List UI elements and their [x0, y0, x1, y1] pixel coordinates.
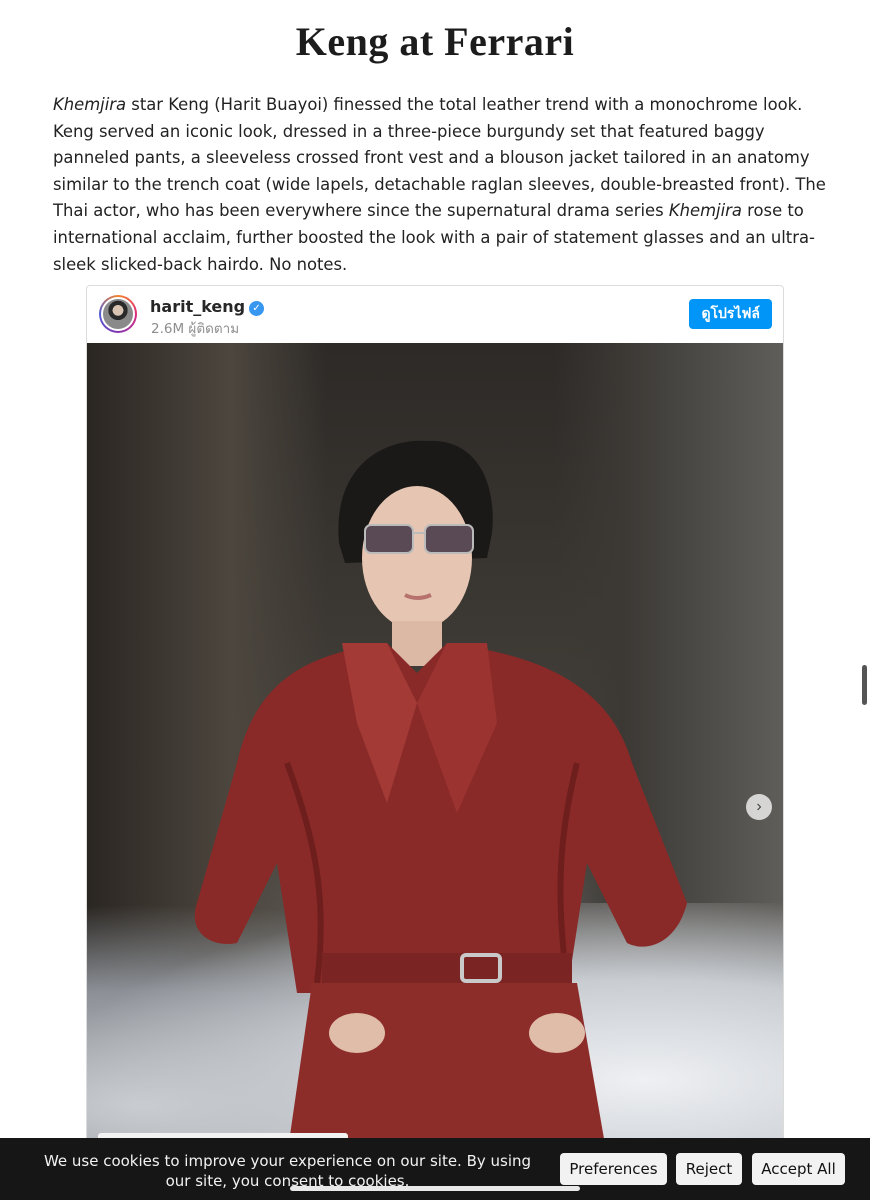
verified-badge-icon: ✓ [249, 301, 265, 316]
username-row[interactable]: harit_keng ✓ [150, 297, 265, 316]
scrollbar-thumb[interactable] [862, 665, 867, 705]
reject-button[interactable]: Reject [676, 1153, 742, 1185]
username[interactable]: harit_keng [150, 297, 245, 316]
preferences-button[interactable]: Preferences [560, 1153, 667, 1185]
view-profile-button[interactable]: ดูโปรไฟล์ [689, 299, 772, 329]
instagram-embed: harit_keng ✓ 2.6M ผู้ติดตาม ดูโปรไฟล์ › [86, 285, 784, 1155]
article-paragraph: Khemjira star Keng (Harit Buayoi) finess… [53, 92, 828, 278]
follower-count: 2.6M ผู้ติดตาม [151, 321, 240, 337]
avatar-image [101, 297, 135, 331]
post-photo[interactable]: › [87, 343, 783, 1154]
home-indicator [290, 1186, 580, 1191]
person-figure [194, 440, 687, 1154]
avatar[interactable] [99, 295, 137, 333]
show-title: Khemjira [53, 95, 127, 114]
accept-all-button[interactable]: Accept All [752, 1153, 845, 1185]
carousel-next-icon[interactable]: › [746, 794, 772, 820]
show-title: Khemjira [668, 201, 742, 221]
embed-header: harit_keng ✓ 2.6M ผู้ติดตาม ดูโปรไฟล์ [87, 286, 783, 343]
article-title: Keng at Ferrari [295, 19, 575, 64]
cookie-message: We use cookies to improve your experienc… [43, 1152, 532, 1190]
